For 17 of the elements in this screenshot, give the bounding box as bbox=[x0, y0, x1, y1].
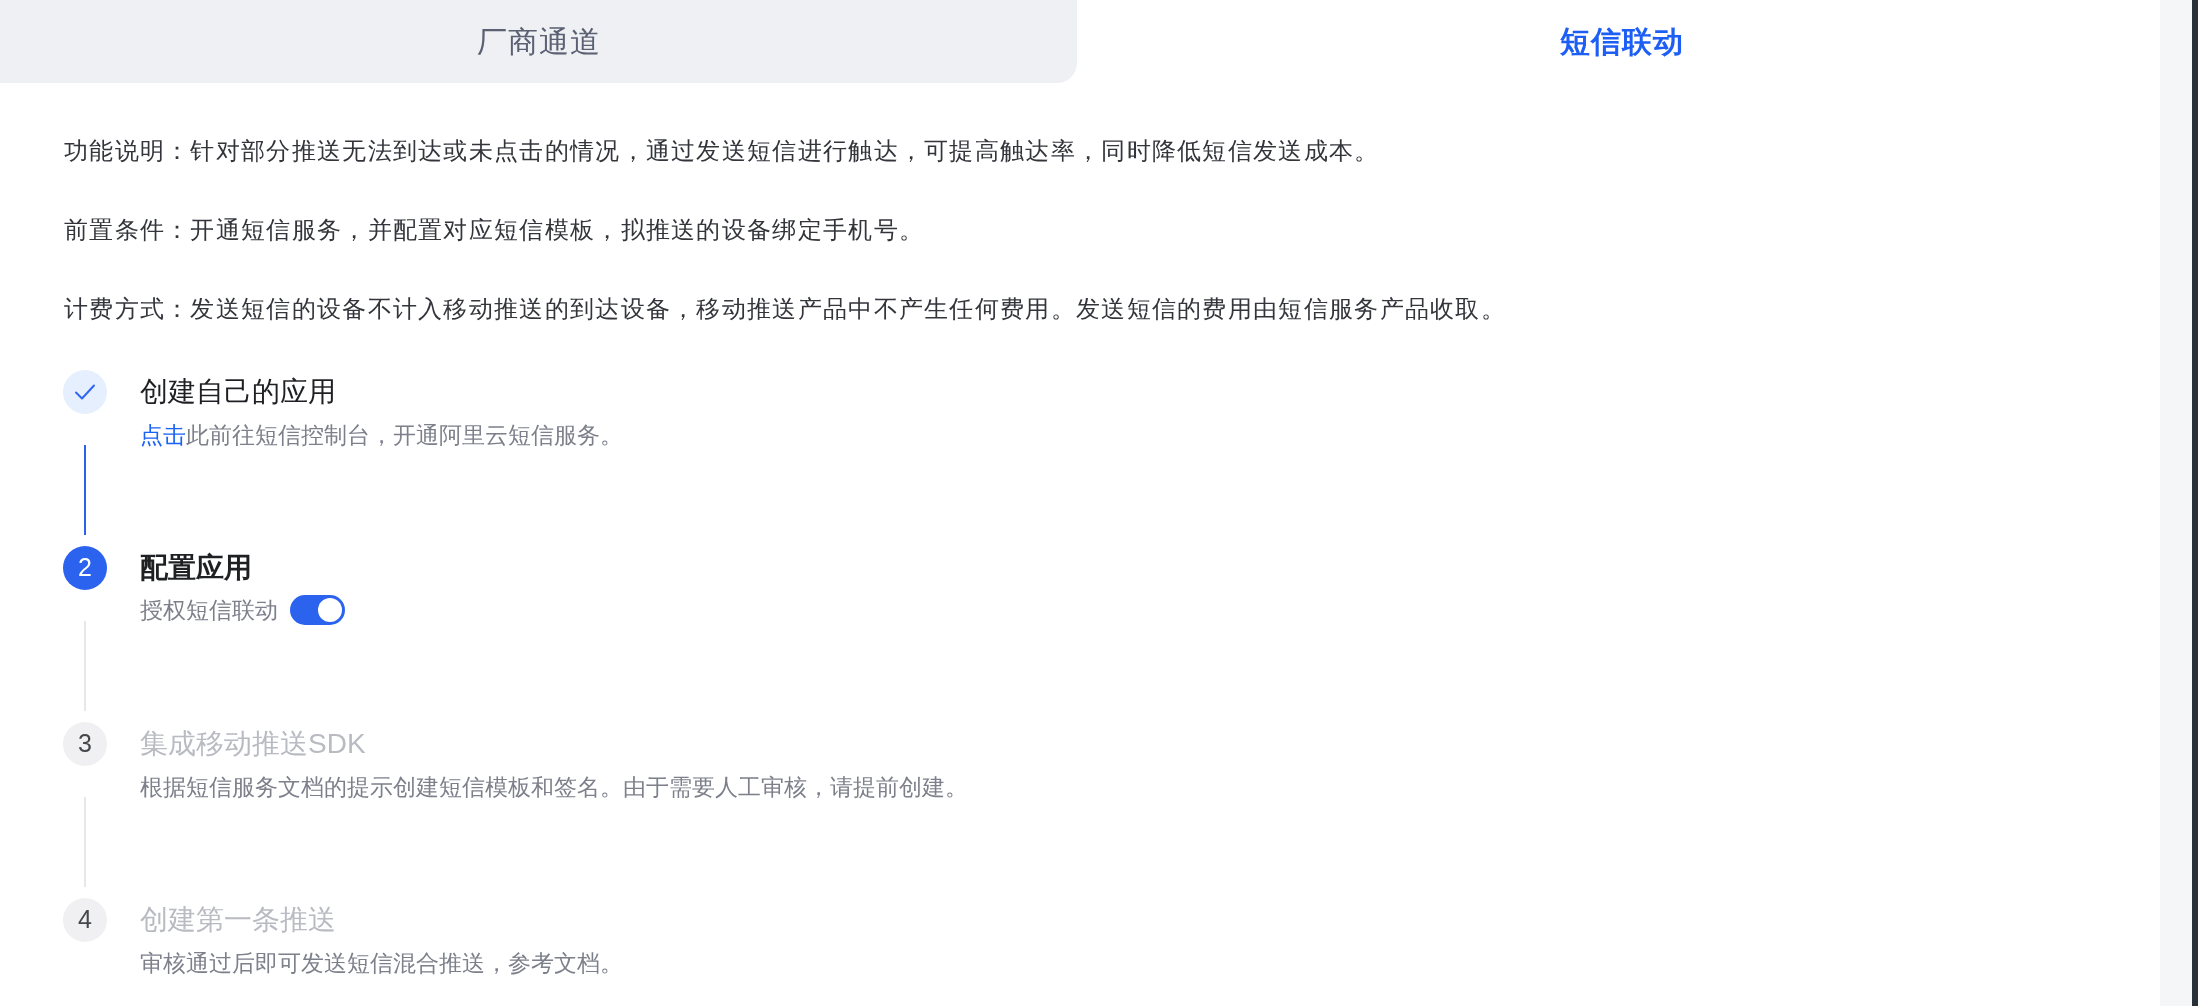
info-text: 功能说明：针对部分推送无法到达或未点击的情况，通过发送短信进行触达，可提高触达率，同时降低短信发送成本。 bbox=[64, 136, 1381, 166]
step-description: 根据短信服务文档的提示创建短信模板和签名。由于需要人工审核，请提前创建。 bbox=[140, 773, 968, 802]
step-title: 集成移动推送SDK bbox=[140, 727, 367, 761]
step-title: 创建自己的应用 bbox=[140, 375, 337, 409]
step-description: 审核通过后即可发送短信混合推送，参考文档。 bbox=[140, 949, 623, 978]
step-title: 创建第一条推送 bbox=[140, 903, 337, 937]
console-link[interactable]: 点击 bbox=[140, 422, 186, 448]
switch-label: 授权短信联动 bbox=[140, 595, 278, 625]
tab[interactable]: 厂商通道 bbox=[0, 0, 1077, 83]
step-title: 配置应用 bbox=[140, 551, 253, 585]
step-number: 2 bbox=[63, 546, 107, 590]
step-number: 3 bbox=[63, 722, 107, 766]
step-description: 点击此前往短信控制台，开通阿里云短信服务。 bbox=[140, 421, 623, 450]
step-number: 4 bbox=[63, 898, 107, 942]
info-text: 前置条件：开通短信服务，并配置对应短信模板，拟推送的设备绑定手机号。 bbox=[64, 215, 926, 245]
info-text: 计费方式：发送短信的设备不计入移动推送的到达设备，移动推送产品中不产生任何费用。发送短信的费用由短信服务产品收取。 bbox=[64, 294, 1508, 324]
toggle-switch[interactable] bbox=[290, 595, 345, 625]
